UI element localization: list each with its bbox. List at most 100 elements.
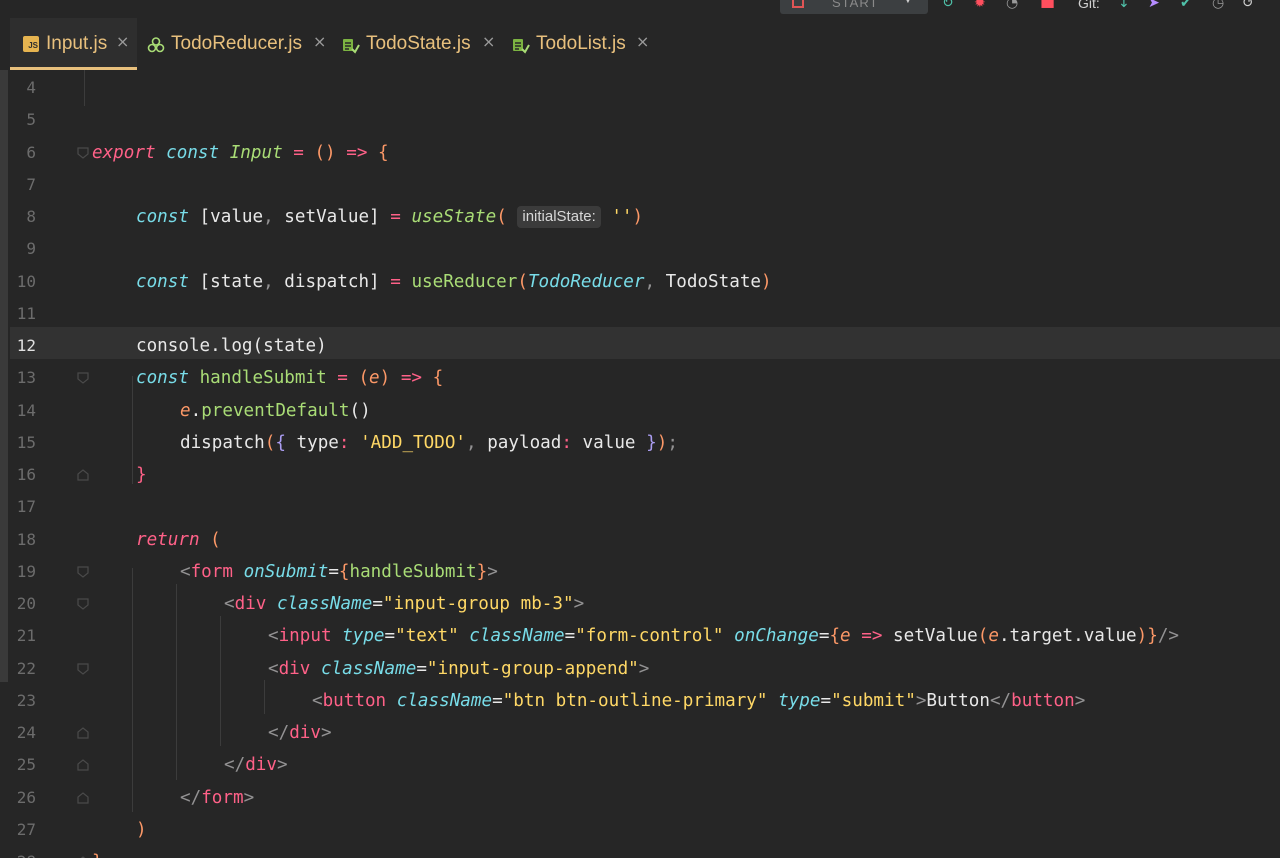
close-icon[interactable]: × [636, 16, 649, 68]
code-text[interactable]: } [136, 459, 147, 491]
git-push-icon[interactable]: ➤ [1148, 0, 1160, 10]
code-line[interactable]: 19 <form onSubmit={handleSubmit}> [0, 556, 1280, 588]
code-token: , [466, 432, 477, 453]
code-token: console.log(state) [136, 336, 327, 356]
tab-todolist-js[interactable]: TodoList.js × [502, 18, 662, 70]
code-token: const [136, 207, 189, 227]
rollback-icon[interactable]: ↺ [1242, 0, 1254, 10]
code-line[interactable]: 5 [0, 104, 1280, 136]
code-line[interactable]: 26 </form> [0, 782, 1280, 814]
code-text[interactable]: return ( [136, 524, 221, 556]
code-text[interactable]: console.log(state) [136, 330, 327, 362]
fold-close-icon[interactable] [76, 758, 90, 772]
code-editor[interactable]: 4 5 6 export const Input = () => {7 8 const [… [0, 70, 1280, 858]
code-line[interactable]: 9 [0, 233, 1280, 265]
code-text[interactable]: <div className="input-group-append"> [268, 653, 649, 685]
javascript-file-icon: JS [23, 36, 39, 52]
line-number: 23 [16, 690, 36, 710]
code-line[interactable]: 6 export const Input = () => { [0, 137, 1280, 169]
code-line[interactable]: 13 const handleSubmit = (e) => { [0, 362, 1280, 394]
fold-open-icon[interactable] [76, 565, 90, 579]
code-token: payload [476, 432, 562, 453]
code-token: useState [411, 207, 497, 227]
fold-open-icon[interactable] [76, 371, 90, 385]
code-line[interactable]: 27) [0, 814, 1280, 846]
code-line[interactable]: 18 return ( [0, 524, 1280, 556]
code-text[interactable]: <div className="input-group mb-3"> [224, 588, 584, 620]
tab-label: TodoState.js [366, 33, 471, 54]
code-line[interactable]: 11 [0, 298, 1280, 330]
reducer-file-icon [147, 37, 165, 53]
code-line[interactable]: 8 const [value, setValue] = useState( ini… [0, 201, 1280, 233]
code-line[interactable]: 7 [0, 169, 1280, 201]
debug-icon[interactable]: ✹ [974, 0, 986, 10]
code-token: => [346, 142, 368, 163]
reload-icon[interactable]: ↻ [942, 0, 954, 10]
code-text[interactable]: } [92, 846, 103, 858]
state-file-icon [343, 39, 360, 54]
history-icon[interactable]: ◷ [1212, 0, 1224, 10]
code-line[interactable]: 25 </div> [0, 749, 1280, 781]
code-token: value [571, 432, 647, 453]
coverage-icon[interactable]: ◔ [1006, 0, 1018, 10]
fold-close-icon[interactable] [76, 791, 90, 805]
code-text[interactable]: e.preventDefault() [180, 395, 371, 427]
code-text[interactable]: </form> [180, 782, 254, 814]
code-token: button [1011, 690, 1075, 711]
code-token: ( [210, 529, 221, 550]
code-token: </ [180, 787, 202, 808]
code-line[interactable]: 22 <div className="input-group-append"> [0, 653, 1280, 685]
fold-open-icon[interactable] [76, 146, 90, 160]
code-line[interactable]: 23 <button className="btn btn-outline-pri… [0, 685, 1280, 717]
code-line[interactable]: 24 </div> [0, 717, 1280, 749]
tab-todoreducer-js[interactable]: TodoReducer.js × [137, 18, 332, 70]
code-line[interactable]: 14 e.preventDefault() [0, 395, 1280, 427]
fold-open-icon[interactable] [76, 597, 90, 611]
run-configuration-selector[interactable]: START ▼ [780, 0, 928, 14]
code-line[interactable]: 15 dispatch({ type: 'ADD_TODO', payload: … [0, 427, 1280, 459]
tab-input-js[interactable]: JS Input.js × [10, 18, 137, 70]
code-line[interactable]: 4 [0, 72, 1280, 104]
close-icon[interactable]: × [116, 16, 129, 68]
stop-icon[interactable]: ■ [1040, 0, 1055, 9]
code-text[interactable]: </div> [268, 717, 332, 749]
code-text[interactable]: ) [136, 814, 147, 846]
code-line[interactable]: 20 <div className="input-group mb-3"> [0, 588, 1280, 620]
code-token: e [180, 400, 191, 421]
code-line[interactable]: 12 console.log(state) [0, 330, 1280, 362]
code-token: const [136, 368, 189, 389]
code-token: div [245, 755, 277, 776]
code-text[interactable]: </div> [224, 749, 288, 781]
fold-close-icon[interactable] [76, 726, 90, 740]
code-text[interactable]: const [value, setValue] = useState( init… [136, 201, 643, 233]
code-line[interactable]: 16} [0, 459, 1280, 491]
code-token: < [224, 594, 235, 614]
code-line[interactable]: 17 [0, 491, 1280, 523]
git-commit-icon[interactable]: ✔ [1180, 0, 1192, 10]
code-text[interactable]: const [state, dispatch] = useReducer(Tod… [136, 266, 772, 298]
fold-open-icon[interactable] [76, 662, 90, 676]
code-text[interactable]: <input type="text" className="form-contr… [268, 620, 1179, 652]
line-number: 20 [16, 594, 36, 613]
close-icon[interactable]: × [313, 16, 326, 68]
code-token: ( [358, 368, 370, 389]
code-text[interactable]: <form onSubmit={handleSubmit}> [180, 556, 498, 588]
code-text[interactable]: dispatch({ type: 'ADD_TODO', payload: va… [180, 427, 678, 459]
code-line[interactable]: 28} [0, 846, 1280, 858]
code-text[interactable]: const handleSubmit = (e) => { [136, 362, 443, 394]
tab-todostate-js[interactable]: TodoState.js × [332, 18, 502, 70]
code-text[interactable]: export const Input = () => { [92, 137, 389, 169]
code-text[interactable]: <button className="btn btn-outline-prima… [312, 685, 1085, 717]
code-token: ) [761, 271, 772, 292]
code-line[interactable]: 21 <input type="text" className="form-con… [0, 620, 1280, 652]
close-icon[interactable]: × [482, 16, 495, 68]
git-update-icon[interactable]: ↧ [1118, 0, 1130, 10]
code-line[interactable]: 10 const [state, dispatch] = useReducer(T… [0, 266, 1280, 298]
code-token: ) [136, 819, 147, 840]
line-number: 21 [16, 626, 36, 646]
fold-close-icon[interactable] [76, 468, 90, 482]
